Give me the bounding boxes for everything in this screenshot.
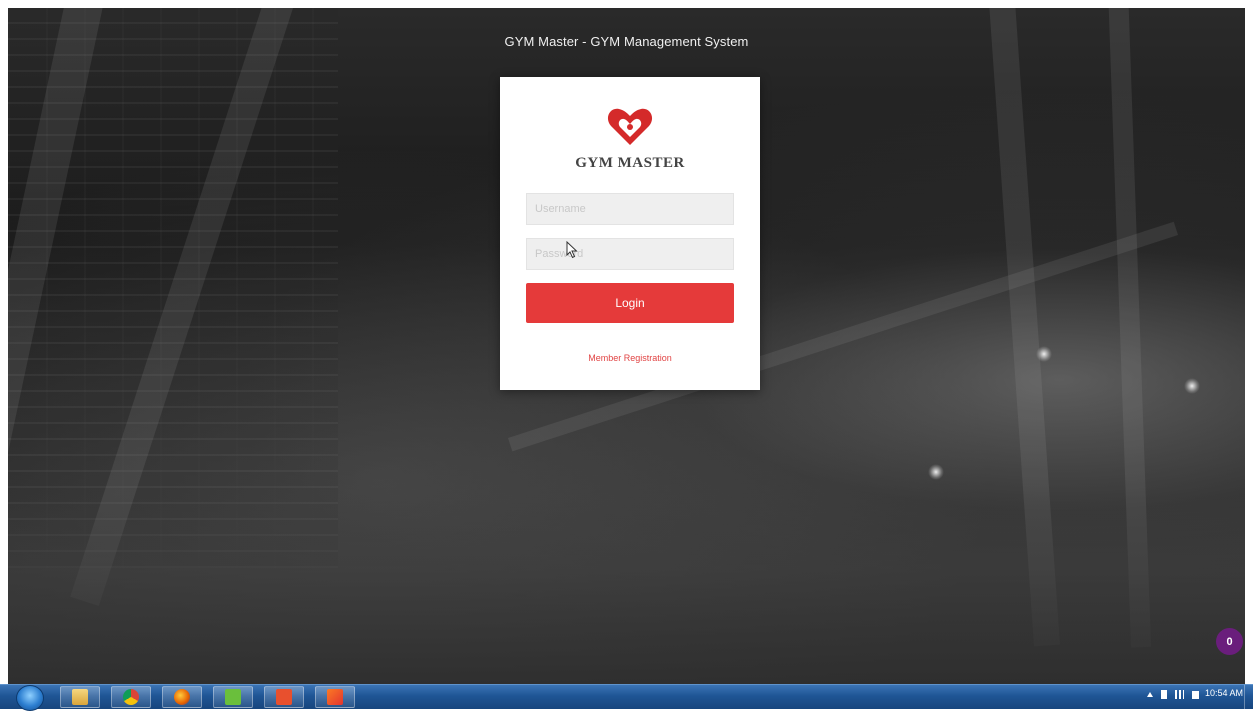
password-input[interactable] <box>526 238 734 270</box>
firefox-icon <box>174 689 190 705</box>
mouse-cursor-icon <box>566 241 578 259</box>
taskbar-utorrent[interactable] <box>213 686 253 708</box>
chrome-icon <box>123 689 139 705</box>
taskbar-xampp[interactable] <box>315 686 355 708</box>
system-tray <box>1147 690 1199 699</box>
taskbar-file-explorer[interactable] <box>60 686 100 708</box>
taskbar-clock[interactable]: 10:54 AM <box>1205 688 1243 698</box>
show-hidden-icons-icon[interactable] <box>1147 692 1153 697</box>
network-icon[interactable] <box>1175 690 1184 699</box>
windows-taskbar: 10:54 AM <box>0 684 1253 711</box>
xampp-icon <box>327 689 343 705</box>
gym-master-logo-icon <box>607 108 653 145</box>
background-floor <box>8 494 1245 684</box>
ceiling-light <box>928 464 944 480</box>
chat-widget-badge[interactable]: 0 <box>1216 628 1243 655</box>
start-button[interactable] <box>16 685 44 711</box>
show-desktop-button[interactable] <box>1244 685 1253 709</box>
document-icon <box>276 689 292 705</box>
utorrent-icon <box>225 689 241 705</box>
browser-viewport: GYM Master - GYM Management System GYM M… <box>8 8 1245 684</box>
ceiling-light <box>1184 378 1200 394</box>
action-center-flag-icon[interactable] <box>1161 690 1167 699</box>
username-input[interactable] <box>526 193 734 225</box>
taskbar-document-app[interactable] <box>264 686 304 708</box>
login-card: GYM MASTER Login Member Registration <box>500 77 760 390</box>
member-registration-link[interactable]: Member Registration <box>500 353 760 363</box>
login-button[interactable]: Login <box>526 283 734 323</box>
ceiling-light <box>1036 346 1052 362</box>
logo-text: GYM MASTER <box>575 155 685 171</box>
taskbar-chrome[interactable] <box>111 686 151 708</box>
page-title: GYM Master - GYM Management System <box>504 34 749 49</box>
volume-icon[interactable] <box>1192 690 1199 699</box>
file-explorer-icon <box>72 689 88 705</box>
taskbar-firefox[interactable] <box>162 686 202 708</box>
